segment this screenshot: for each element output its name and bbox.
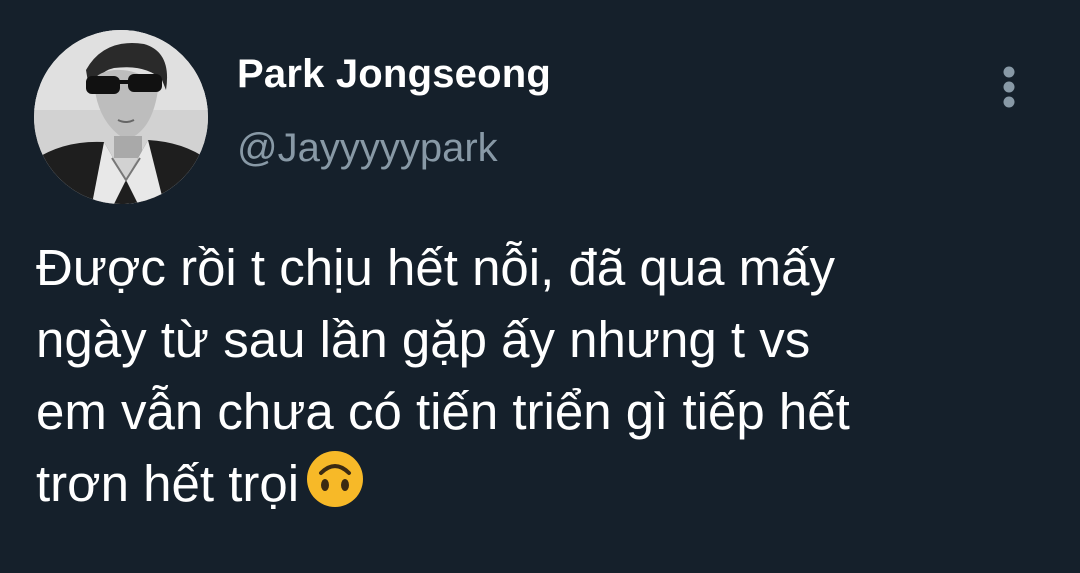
tweet-text-line: ngày từ sau lần gặp ấy nhưng t vs (36, 311, 811, 368)
avatar-image (34, 30, 208, 204)
tweet-text-line: em vẫn chưa có tiến triển gì tiếp hết (36, 383, 850, 440)
tweet-text-line: trơn hết trọi (36, 455, 300, 512)
avatar[interactable] (34, 30, 208, 204)
upside-down-face-icon (305, 449, 365, 528)
tweet-text: Được rồi t chịu hết nỗi, đã qua mấy ngày… (36, 232, 1046, 528)
user-handle[interactable]: @Jayyyyypark (237, 126, 498, 171)
more-vertical-icon (1003, 66, 1015, 108)
tweet-text-line: Được rồi t chịu hết nỗi, đã qua mấy (36, 239, 835, 296)
tweet-card: Park Jongseong @Jayyyyypark Được rồi t c… (0, 0, 1080, 573)
more-options-button[interactable] (992, 62, 1026, 118)
display-name[interactable]: Park Jongseong (237, 52, 551, 97)
